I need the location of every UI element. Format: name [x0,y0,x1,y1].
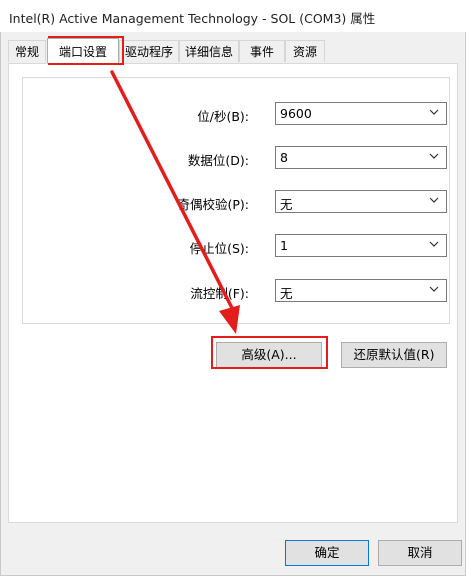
window-title: Intel(R) Active Management Technology - … [9,11,376,26]
parity-label: 奇偶校验(P): [177,197,249,212]
flow-control-select[interactable]: 无 [275,279,447,302]
data-bits-value: 8 [280,150,288,165]
ok-button[interactable]: 确定 [285,540,369,566]
tab-driver[interactable]: 驱动程序 [119,40,179,62]
chevron-down-icon [429,286,439,292]
bits-per-second-value: 9600 [280,106,312,121]
title-bar: Intel(R) Active Management Technology - … [0,0,466,32]
advanced-button[interactable]: 高级(A)... [216,342,322,368]
tab-port-settings[interactable]: 端口设置 [47,38,119,63]
stop-bits-select[interactable]: 1 [275,234,447,257]
chevron-down-icon [429,241,439,247]
tab-events[interactable]: 事件 [239,40,285,62]
restore-defaults-button[interactable]: 还原默认值(R) [341,342,447,368]
bits-per-second-select[interactable]: 9600 [275,102,447,125]
flow-control-value: 无 [280,286,293,301]
chevron-down-icon [429,109,439,115]
bits-per-second-label: 位/秒(B): [197,109,249,124]
flow-control-label: 流控制(F): [190,286,249,301]
tab-panel: 位/秒(B): 9600 数据位(D): 8 奇偶校验(P): 无 停止位(S)… [8,63,458,523]
cancel-button[interactable]: 取消 [378,540,462,566]
tab-resources[interactable]: 资源 [285,40,325,62]
stop-bits-label: 停止位(S): [189,241,249,256]
settings-group: 位/秒(B): 9600 数据位(D): 8 奇偶校验(P): 无 停止位(S)… [22,77,450,324]
parity-select[interactable]: 无 [275,190,447,213]
tab-details[interactable]: 详细信息 [179,40,239,62]
tab-strip: 常规 端口设置 驱动程序 详细信息 事件 资源 [8,38,458,64]
chevron-down-icon [429,197,439,203]
stop-bits-value: 1 [280,238,288,253]
tab-general[interactable]: 常规 [8,40,46,62]
chevron-down-icon [429,153,439,159]
parity-value: 无 [280,197,293,212]
data-bits-select[interactable]: 8 [275,146,447,169]
data-bits-label: 数据位(D): [187,153,249,168]
